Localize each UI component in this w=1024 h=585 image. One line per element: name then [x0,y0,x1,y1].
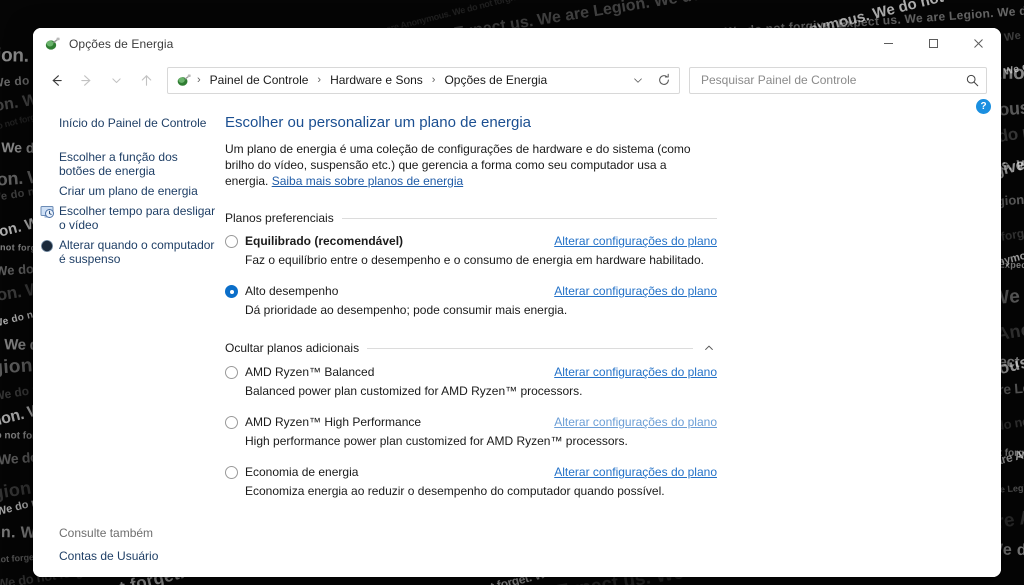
plan-description: Faz o equilíbrio entre o desempenho e o … [245,253,704,267]
plan-item-power-saver: Economia de energia Alterar configuraçõe… [225,465,717,499]
maximize-button[interactable] [911,28,956,59]
search-input[interactable] [699,72,962,88]
sidebar-item-choose-power-button-function[interactable]: Escolher a função dos botões de energia [33,148,225,180]
plan-radio-amd-ryzen-balanced[interactable] [225,366,238,379]
change-plan-settings-link[interactable]: Alterar configurações do plano [554,465,717,479]
breadcrumb-item-control-panel[interactable]: Painel de Controle [207,70,312,90]
breadcrumb-separator: › [197,74,201,86]
window-title: Opções de Energia [69,36,174,51]
power-options-window: Opções de Energia › Painel de Controle ›… [33,28,1001,577]
sidebar-item-label: Escolher a função dos botões de energia [59,150,178,178]
change-plan-settings-link[interactable]: Alterar configurações do plano [554,234,717,248]
forward-arrow-icon[interactable] [71,65,101,95]
breadcrumb-chevron-down-icon[interactable] [625,68,651,92]
refresh-icon[interactable] [651,68,677,92]
minimize-button[interactable] [866,28,911,59]
plan-description: High performance power plan customized f… [245,434,628,448]
help-icon[interactable]: ? [976,99,991,114]
plan-description: Dá prioridade ao desempenho; pode consum… [245,303,568,317]
window-body: Início do Painel de Controle Escolher a … [33,99,1001,577]
plan-name: Equilibrado (recomendável) [245,234,404,248]
sidebar-item-label: Escolher tempo para desligar o vídeo [59,204,216,232]
preferred-plans-list: Equilibrado (recomendável) Alterar confi… [225,234,725,318]
plan-radio-power-saver[interactable] [225,466,238,479]
breadcrumb-separator: › [317,74,322,86]
plan-row[interactable]: Equilibrado (recomendável) Alterar confi… [225,234,717,248]
window-titlebar[interactable]: Opções de Energia [33,28,1001,59]
sidebar-item-label: Alterar quando o computador é suspenso [59,238,215,266]
window-controls [866,28,1001,59]
plan-name: AMD Ryzen™ Balanced [245,365,375,379]
search-icon[interactable] [962,70,982,90]
plan-description: Balanced power plan customized for AMD R… [245,384,583,398]
plan-item-high-performance: Alto desempenho Alterar configurações do… [225,284,717,318]
plan-item-amd-ryzen-balanced: AMD Ryzen™ Balanced Alterar configuraçõe… [225,365,717,399]
plan-name: Economia de energia [245,465,359,479]
plan-row[interactable]: AMD Ryzen™ High Performance Alterar conf… [225,415,717,429]
address-bar: › Painel de Controle › Hardware e Sons ›… [33,59,1001,101]
change-plan-settings-link[interactable]: Alterar configurações do plano [554,365,717,379]
power-plug-icon [44,36,60,52]
search-box[interactable] [689,66,987,94]
change-plan-settings-link[interactable]: Alterar configurações do plano [554,415,717,429]
plan-item-amd-ryzen-high-performance: AMD Ryzen™ High Performance Alterar conf… [225,415,717,449]
breadcrumb-power-plug-icon [175,72,191,88]
breadcrumb-item-power-options[interactable]: Opções de Energia [441,70,550,90]
plan-row[interactable]: Alto desempenho Alterar configurações do… [225,284,717,298]
breadcrumb-separator: › [431,74,436,86]
plan-name: AMD Ryzen™ High Performance [245,415,422,429]
sidebar-item-choose-display-off-time[interactable]: Escolher tempo para desligar o vídeo [33,202,225,234]
preferred-plans-label: Planos preferenciais [225,211,334,225]
plan-name: Alto desempenho [245,284,339,298]
sidebar-item-create-power-plan[interactable]: Criar um plano de energia [33,182,225,200]
additional-plans-label: Ocultar planos adicionais [225,341,360,355]
learn-more-link[interactable]: Saiba mais sobre planos de energia [272,174,463,188]
back-arrow-icon[interactable] [41,65,71,95]
plan-radio-balanced[interactable] [225,235,238,248]
sidebar-item-control-panel-home[interactable]: Início do Painel de Controle [33,114,225,132]
breadcrumb[interactable]: › Painel de Controle › Hardware e Sons ›… [167,66,680,94]
page-title: Escolher ou personalizar um plano de ene… [225,114,532,131]
recent-locations-chevron-down-icon[interactable] [101,65,131,95]
see-also-header: Consulte também [59,526,154,540]
sidebar-item-label: Início do Painel de Controle [59,116,207,130]
additional-plans-list: AMD Ryzen™ Balanced Alterar configuraçõe… [225,365,725,499]
section-divider [341,217,717,219]
see-also-link-user-accounts[interactable]: Contas de Usuário [59,549,217,563]
breadcrumb-item-hardware-sound[interactable]: Hardware e Sons [327,70,426,90]
plan-item-balanced: Equilibrado (recomendável) Alterar confi… [225,234,717,268]
moon-icon [39,238,55,254]
plan-row[interactable]: AMD Ryzen™ Balanced Alterar configuraçõe… [225,365,717,379]
sidebar-item-change-when-computer-sleeps[interactable]: Alterar quando o computador é suspenso [33,236,225,268]
section-divider [367,347,693,349]
intro-paragraph: Um plano de energia é uma coleção de con… [225,141,707,189]
see-also-section: Consulte também Contas de Usuário [33,526,225,577]
plan-description: Economiza energia ao reduzir o desempenh… [245,484,665,498]
plan-radio-amd-ryzen-high-performance[interactable] [225,416,238,429]
desktop-background: We are Legion. We do not forget. We are … [0,0,1024,585]
change-plan-settings-link[interactable]: Alterar configurações do plano [554,284,717,298]
additional-plans-section-header[interactable]: Ocultar planos adicionais [225,340,717,356]
sidebar: Início do Painel de Controle Escolher a … [33,101,225,577]
chevron-up-icon[interactable] [701,340,717,356]
plan-row[interactable]: Economia de energia Alterar configuraçõe… [225,465,717,479]
up-arrow-icon[interactable] [131,65,161,95]
monitor-clock-icon [39,204,55,220]
preferred-plans-section-header: Planos preferenciais [225,211,717,225]
main-content: ? Escolher ou personalizar um plano de e… [225,99,1001,577]
plan-radio-high-performance[interactable] [225,285,238,298]
sidebar-item-label: Criar um plano de energia [59,184,198,198]
content-inner: Escolher ou personalizar um plano de ene… [225,114,725,499]
close-button[interactable] [956,28,1001,59]
